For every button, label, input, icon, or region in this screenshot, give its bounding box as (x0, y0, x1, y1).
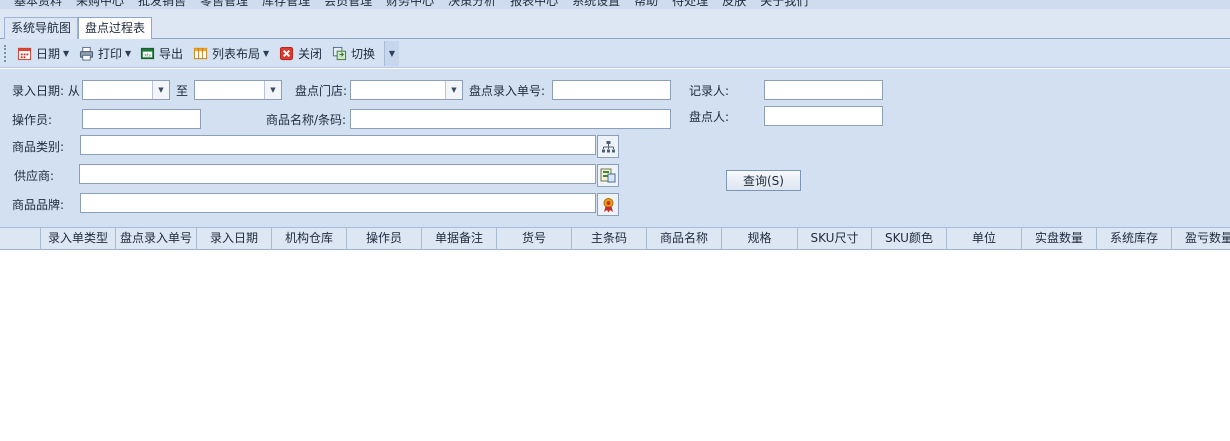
column-header[interactable]: 规格 (722, 228, 798, 250)
column-header[interactable]: 商品名称 (647, 228, 722, 250)
counter-input[interactable] (764, 106, 883, 126)
close-button-label: 关闭 (298, 46, 323, 61)
print-button[interactable]: 打印 ▼ (79, 43, 131, 63)
column-header[interactable]: SKU尺寸 (798, 228, 872, 250)
column-header[interactable]: 录入单类型 (41, 228, 116, 250)
operator-label: 操作员: (12, 113, 53, 127)
product-label: 商品名称/条码: (266, 113, 347, 127)
chevron-down-icon[interactable]: ▼ (264, 81, 281, 99)
to-label: 至 (176, 84, 189, 98)
tab-stocktake-process[interactable]: 盘点过程表 (78, 17, 153, 40)
column-header[interactable]: 盈亏数量 (1172, 228, 1230, 250)
date-to-picker[interactable]: ▼ (194, 80, 282, 100)
column-header[interactable]: 主条码 (572, 228, 647, 250)
results-grid-header: 录入单类型 盘点录入单号 录入日期 机构仓库 操作员 单据备注 货号 主条码 商… (0, 228, 1230, 250)
store-select[interactable]: ▼ (350, 80, 463, 100)
tab-navigation-map[interactable]: 系统导航图 (4, 17, 79, 39)
brand-label: 商品品牌: (12, 198, 65, 212)
menu-item-decision[interactable]: 决策分析 (448, 0, 496, 9)
query-button[interactable]: 查询(S) (726, 170, 801, 191)
operator-input[interactable] (82, 109, 201, 129)
list-layout-button-label: 列表布局 (212, 46, 261, 61)
menu-item-help[interactable]: 帮助 (634, 0, 658, 9)
toolbar: 日期 ▼ 打印 ▼ xls 导出 列表布局 ▼ 关闭 切换 ▼ (0, 39, 1230, 68)
brand-picker-button[interactable] (597, 193, 619, 216)
award-ribbon-icon (603, 197, 613, 212)
svg-text:xls: xls (144, 52, 151, 58)
column-header[interactable]: SKU颜色 (872, 228, 947, 250)
date-from-picker[interactable]: ▼ (82, 80, 170, 100)
excel-export-icon: xls (140, 47, 155, 59)
menu-item-settings[interactable]: 系统设置 (572, 0, 620, 9)
toolbar-overflow-button[interactable]: ▼ (384, 41, 399, 66)
column-header[interactable]: 操作员 (347, 228, 422, 250)
menu-item-skin[interactable]: 皮肤 (722, 0, 746, 9)
menu-item-retail[interactable]: 零售管理 (200, 0, 248, 9)
export-button-label: 导出 (159, 46, 184, 61)
brand-input[interactable] (80, 193, 596, 213)
recorder-label: 记录人: (689, 84, 730, 98)
column-header[interactable]: 货号 (497, 228, 572, 250)
menu-item-basic-data[interactable]: 基本资料 (14, 0, 62, 9)
supplier-input[interactable] (79, 164, 596, 184)
menu-item-about[interactable]: 关于我们 (760, 0, 808, 9)
menu-item-inventory[interactable]: 库存管理 (262, 0, 310, 9)
toolbar-grip[interactable] (4, 45, 7, 62)
export-button[interactable]: xls 导出 (140, 43, 183, 63)
chevron-down-icon[interactable]: ▼ (152, 81, 169, 99)
menu-item-members[interactable]: 会员管理 (324, 0, 372, 9)
chevron-down-icon[interactable]: ▼ (445, 81, 462, 99)
list-layout-button[interactable]: 列表布局 ▼ (193, 43, 269, 63)
chevron-down-icon: ▼ (63, 48, 70, 58)
print-button-label: 打印 (98, 46, 123, 61)
supplier-label: 供应商: (14, 169, 55, 183)
category-input[interactable] (80, 135, 596, 155)
chevron-down-icon: ▼ (388, 49, 396, 58)
column-header[interactable]: 单据备注 (422, 228, 497, 250)
printer-icon (79, 46, 94, 61)
switch-button[interactable]: 切换 (332, 43, 375, 63)
chevron-down-icon: ▼ (263, 48, 270, 58)
counter-label: 盘点人: (689, 110, 730, 124)
menu-item-pending[interactable]: 待处理 (672, 0, 708, 9)
filter-panel: 录入日期: 从 ▼ 至 ▼ 盘点门店: ▼ 盘点录入单号: 记录人: 操作员: … (0, 69, 1230, 228)
switch-button-label: 切换 (351, 46, 376, 61)
column-header[interactable]: 盘点录入单号 (116, 228, 197, 250)
menu-item-reports[interactable]: 报表中心 (510, 0, 558, 9)
entry-date-label: 录入日期: 从 (12, 84, 80, 98)
results-grid-body[interactable] (0, 250, 1230, 441)
entry-no-label: 盘点录入单号: (469, 84, 546, 98)
tree-hierarchy-icon (601, 140, 615, 152)
column-header[interactable]: 实盘数量 (1022, 228, 1097, 250)
supplier-icon (600, 168, 616, 183)
recorder-input[interactable] (764, 80, 883, 100)
menu-item-wholesale[interactable]: 批发销售 (138, 0, 186, 9)
table-layout-icon (193, 47, 208, 59)
switch-icon (332, 46, 347, 60)
menu-item-purchase[interactable]: 采购中心 (76, 0, 124, 9)
chevron-down-icon: ▼ (125, 48, 132, 58)
close-icon (279, 46, 294, 60)
column-header[interactable]: 单位 (947, 228, 1022, 250)
main-menu-bar: 基本资料 采购中心 批发销售 零售管理 库存管理 会员管理 财务中心 决策分析 … (0, 0, 1230, 9)
date-button[interactable]: 日期 ▼ (17, 43, 69, 63)
store-label: 盘点门店: (295, 84, 348, 98)
category-picker-button[interactable] (597, 135, 619, 158)
column-header[interactable]: 机构仓库 (272, 228, 347, 250)
close-button[interactable]: 关闭 (279, 43, 322, 63)
column-header[interactable]: 系统库存 (1097, 228, 1172, 250)
entry-no-input[interactable] (552, 80, 671, 100)
tab-strip: 系统导航图 盘点过程表 (0, 9, 1230, 40)
column-header[interactable]: 录入日期 (197, 228, 272, 250)
category-label: 商品类别: (12, 140, 65, 154)
product-input[interactable] (350, 109, 671, 129)
row-indicator-header (0, 228, 41, 250)
supplier-picker-button[interactable] (597, 164, 619, 187)
date-button-label: 日期 (36, 46, 61, 61)
menu-item-finance[interactable]: 财务中心 (386, 0, 434, 9)
calendar-icon (17, 47, 32, 60)
